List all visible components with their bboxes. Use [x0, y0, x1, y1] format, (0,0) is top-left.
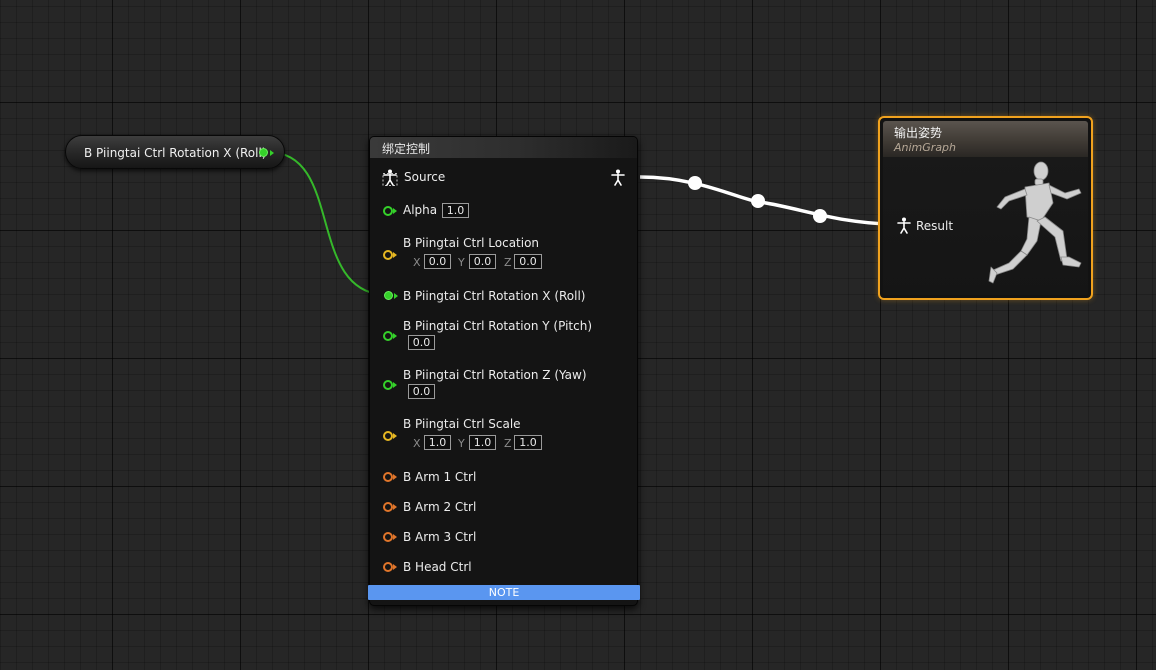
- pin-arrow-icon: [393, 382, 397, 388]
- output-node-title: 输出姿势: [894, 126, 943, 140]
- rotation-y-label: B Piingtai Ctrl Rotation Y (Pitch): [403, 319, 593, 333]
- pin-arrow-icon: [270, 150, 274, 156]
- location-y-label: Y: [458, 256, 465, 269]
- rotation-y-input[interactable]: 0.0: [408, 335, 435, 350]
- scale-label: B Piingtai Ctrl Scale: [403, 417, 521, 431]
- pin-arrow-icon: [393, 504, 397, 510]
- location-label: B Piingtai Ctrl Location: [403, 236, 540, 250]
- running-mannequin-icon: [988, 161, 1082, 284]
- pose-person-icon[interactable]: [382, 169, 398, 186]
- output-node-body: 输出姿势 AnimGraph Result: [883, 121, 1088, 295]
- variable-getter-node[interactable]: B Piingtai Ctrl Rotation X (Roll): [65, 135, 285, 169]
- pin-arrow-icon: [393, 252, 397, 258]
- pin-arrow-icon: [393, 474, 397, 480]
- scale-x-label: X: [413, 437, 421, 450]
- node-header[interactable]: 绑定控制: [370, 137, 637, 158]
- pose-person-icon[interactable]: [897, 217, 911, 234]
- variable-name: B Piingtai Ctrl Rotation X (Roll): [84, 146, 267, 160]
- pin-arrow-icon: [393, 564, 397, 570]
- arm3-label: B Arm 3 Ctrl: [403, 530, 477, 544]
- source-label: Source: [404, 170, 446, 184]
- scale-y-input[interactable]: 1.0: [469, 435, 496, 450]
- location-z-label: Z: [504, 256, 512, 269]
- head-label: B Head Ctrl: [403, 560, 472, 574]
- pin-arrow-icon: [394, 293, 398, 299]
- arm2-label: B Arm 2 Ctrl: [403, 500, 477, 514]
- output-node-header[interactable]: 输出姿势 AnimGraph: [883, 121, 1088, 157]
- control-rig-node[interactable]: 绑定控制 Source Alpha 1.0 B Piingtai Ctrl Lo…: [369, 136, 638, 606]
- pin-arrow-icon: [393, 208, 397, 214]
- alpha-input[interactable]: 1.0: [442, 203, 469, 218]
- location-y-input[interactable]: 0.0: [469, 254, 496, 269]
- pose-wire-bubble: [688, 176, 702, 190]
- pin-arrow-icon: [393, 433, 397, 439]
- note-bar[interactable]: NOTE: [368, 585, 640, 600]
- scale-y-label: Y: [458, 437, 465, 450]
- scale-z-input[interactable]: 1.0: [514, 435, 542, 450]
- location-pin[interactable]: [383, 250, 393, 260]
- output-node-subtitle: AnimGraph: [894, 141, 957, 154]
- arm1-label: B Arm 1 Ctrl: [403, 470, 477, 484]
- result-label: Result: [916, 219, 954, 233]
- anim-graph-canvas[interactable]: B Piingtai Ctrl Rotation X (Roll) 绑定控制 S…: [0, 0, 1156, 670]
- pose-wire-bubble: [813, 209, 827, 223]
- scale-pin[interactable]: [383, 431, 393, 441]
- rotation-x-pin[interactable]: [384, 291, 393, 300]
- pin-arrow-icon: [393, 333, 397, 339]
- arm3-pin[interactable]: [383, 532, 393, 542]
- rotation-z-pin[interactable]: [383, 380, 393, 390]
- rotation-z-input[interactable]: 0.0: [408, 384, 435, 399]
- scale-z-label: Z: [504, 437, 512, 450]
- pose-wire-bubble: [751, 194, 765, 208]
- location-x-label: X: [413, 256, 421, 269]
- rotation-y-pin[interactable]: [383, 331, 393, 341]
- pose-output-icon[interactable]: [611, 169, 625, 186]
- alpha-label: Alpha: [403, 203, 438, 217]
- location-x-input[interactable]: 0.0: [424, 254, 451, 269]
- pin-arrow-icon: [393, 534, 397, 540]
- rotation-x-label: B Piingtai Ctrl Rotation X (Roll): [403, 289, 586, 303]
- rotation-z-label: B Piingtai Ctrl Rotation Z (Yaw): [403, 368, 587, 382]
- scale-x-input[interactable]: 1.0: [424, 435, 451, 450]
- node-title: 绑定控制: [382, 142, 431, 156]
- location-z-input[interactable]: 0.0: [514, 254, 542, 269]
- variable-output-pin[interactable]: [259, 148, 268, 157]
- pose-wire[interactable]: [639, 175, 896, 226]
- head-pin[interactable]: [383, 562, 393, 572]
- output-pose-node[interactable]: 输出姿势 AnimGraph Result: [878, 116, 1093, 300]
- arm1-pin[interactable]: [383, 472, 393, 482]
- arm2-pin[interactable]: [383, 502, 393, 512]
- alpha-pin[interactable]: [383, 206, 393, 216]
